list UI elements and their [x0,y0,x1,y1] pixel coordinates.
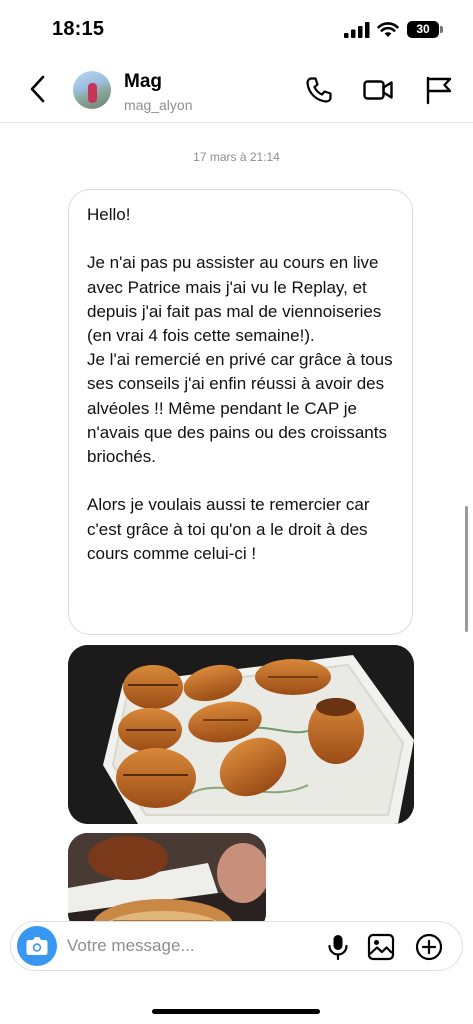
home-indicator [152,1009,320,1014]
image-icon[interactable] [366,932,396,962]
photo-pastries[interactable] [68,645,414,824]
flag-icon[interactable] [423,74,455,106]
chevron-left-icon[interactable] [26,74,50,104]
battery-level: 30 [416,22,430,36]
camera-button[interactable] [17,926,57,966]
battery-icon: 30 [407,21,439,38]
wifi-icon [377,22,399,37]
pastries-image [68,645,414,824]
photo-croissant-crumb[interactable] [68,833,266,933]
microphone-icon[interactable] [323,932,353,962]
message-bubble[interactable]: Hello! Je n'ai pas pu assister au cours … [68,189,413,635]
battery-cap [440,26,443,33]
contact-name[interactable]: Mag [124,71,162,93]
scroll-indicator[interactable] [465,506,468,632]
status-bar: 18:15 30 [0,0,473,60]
message-timestamp: 17 mars à 21:14 [193,150,280,164]
status-time: 18:15 [52,18,105,40]
message-input[interactable] [67,922,307,970]
crumb-image [68,833,266,933]
message-text: Hello! Je n'ai pas pu assister au cours … [87,205,393,563]
avatar-figure [88,83,97,103]
video-camera-icon[interactable] [362,74,394,106]
cellular-signal-icon [344,22,370,38]
avatar[interactable] [73,71,111,109]
chat-header: Mag mag_alyon [0,60,473,123]
phone-icon[interactable] [303,74,335,106]
contact-handle[interactable]: mag_alyon [124,97,193,113]
message-composer [10,921,463,971]
camera-icon [26,937,48,955]
plus-circle-icon[interactable] [414,932,444,962]
